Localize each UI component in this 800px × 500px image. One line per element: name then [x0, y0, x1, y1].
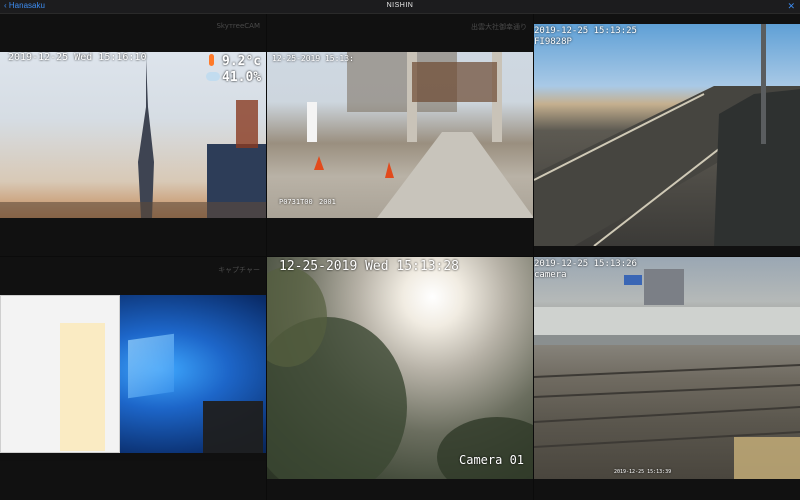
building: [644, 269, 684, 305]
taskbar: [0, 453, 266, 461]
timestamp-overlay: 12-25-2019 15:13:: [272, 54, 354, 63]
platform-roof: [534, 307, 800, 335]
camera-feed-image: 2019-12-25 Wed 15:16:10 9.2°c 41.0%: [0, 52, 266, 218]
temperature-overlay: 9.2°c: [222, 54, 262, 69]
camera-grid: SkyтreeCAM 2019-12-25 Wed 15:16:10 9.2°c…: [0, 14, 800, 500]
code-overlay-right: 2001: [319, 198, 336, 206]
shrine-building: [412, 62, 497, 102]
timestamp-overlay: 2019-12-25 Wed 15:16:10: [8, 52, 147, 63]
windows-logo-icon: [128, 333, 174, 399]
task-manager-highlight: [60, 323, 105, 451]
app-title: NISHIN: [386, 2, 414, 9]
camera-label: キャプチャー: [218, 266, 260, 274]
skyline: [0, 202, 266, 218]
rail: [534, 384, 800, 398]
close-button[interactable]: ✕: [787, 1, 795, 12]
camera-tile-3[interactable]: 2019-12-25 15:13:25 FI9828P: [534, 14, 800, 256]
camera-feed-image: 12-25-2019 15:13: P0731T00 2001: [267, 52, 533, 218]
camera-label: 出雲大社御幸通り: [471, 23, 527, 31]
timestamp-overlay: 12-25-2019 Wed 15:13:28: [279, 259, 460, 274]
code-overlay-left: P0731T00: [279, 198, 313, 206]
pole: [761, 24, 766, 144]
banner: [307, 102, 317, 142]
camera-name-overlay: Camera 01: [459, 453, 525, 467]
camera-tile-2[interactable]: 出雲大社御幸通り 12-25-2019 15:13: P0731T00 2001: [267, 14, 533, 256]
sign: [624, 275, 642, 285]
traffic-cone: [385, 162, 394, 178]
camera-tile-6[interactable]: 2019-12-25 15:13:26 camera 2019-12-25 15…: [534, 257, 800, 500]
road-scene: [534, 24, 800, 247]
camera-tile-4[interactable]: キャプチャー: [0, 257, 266, 500]
camera-label: SkyтreeCAM: [216, 22, 260, 30]
path: [377, 132, 533, 218]
crane: [236, 100, 258, 148]
camera-feed-image: 2019-12-25 15:13:25 FI9828P: [534, 24, 800, 247]
traffic-cone: [314, 156, 324, 170]
platform: [534, 335, 800, 345]
rail: [534, 406, 800, 423]
cloud-snow-icon: [206, 72, 220, 81]
camera-id-overlay: FI9828P: [534, 37, 572, 47]
humidity-overlay: 41.0%: [222, 70, 262, 85]
camera-feed-image: 2019-12-25 15:13:26 camera 2019-12-25 15…: [534, 257, 800, 479]
footer-time-overlay: 2019-12-25 15:13:39: [614, 469, 672, 475]
trees-scene: [267, 267, 533, 497]
thermometer-icon: [209, 54, 214, 66]
camera-tile-5[interactable]: 12-25-2019 Wed 15:13:28 Camera 01: [267, 257, 533, 500]
title-bar: ‹ Hanasaku NISHIN ✕: [0, 0, 800, 14]
station-scene: [534, 269, 800, 479]
timestamp-overlay: 2019-12-25 15:13:26: [534, 259, 637, 269]
skytree-tower: [138, 57, 154, 218]
notification-popup: [203, 401, 263, 453]
timestamp-overlay: 2019-12-25 15:13:25: [534, 26, 637, 36]
building-foreground: [734, 437, 800, 479]
desktop-capture-image: [0, 295, 266, 461]
camera-name-overlay: camera: [534, 270, 567, 280]
camera-feed-image: 12-25-2019 Wed 15:13:28 Camera 01: [267, 257, 533, 497]
rail: [534, 364, 800, 378]
tree-foliage: [437, 417, 533, 497]
camera-tile-1[interactable]: SkyтreeCAM 2019-12-25 Wed 15:16:10 9.2°c…: [0, 14, 266, 256]
shrine-scene: [307, 52, 533, 218]
barrier: [714, 89, 800, 246]
